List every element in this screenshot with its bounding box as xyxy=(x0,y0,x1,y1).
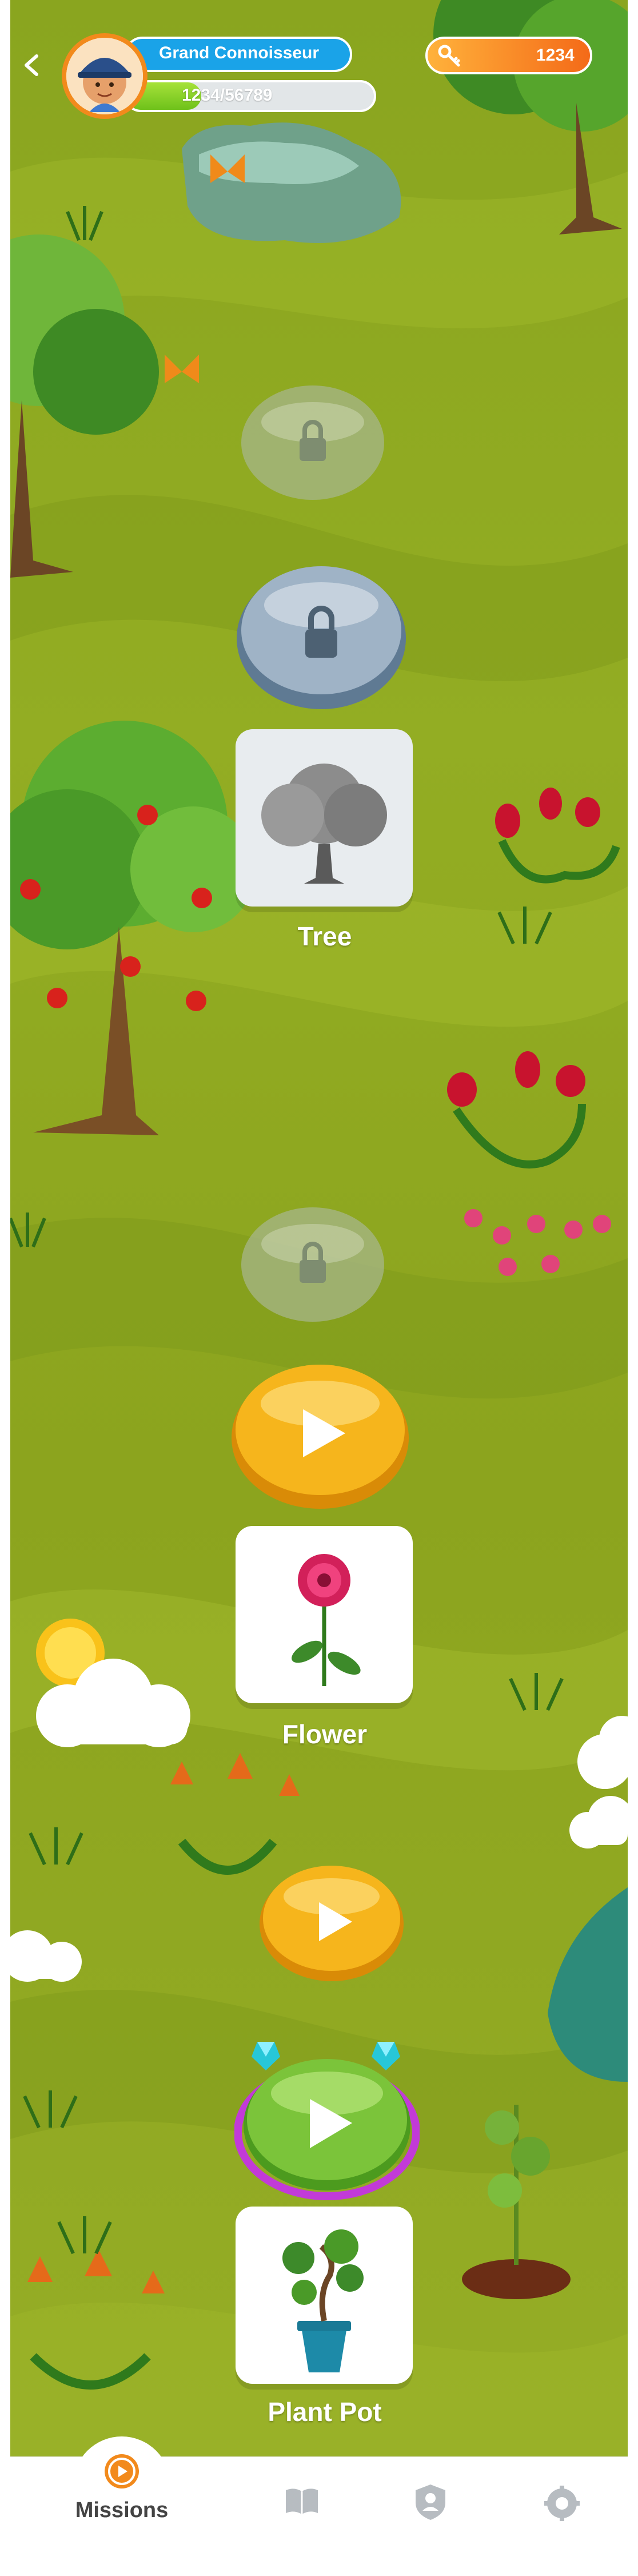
play-bubble-gold-small xyxy=(260,1866,404,1981)
nav-item-settings[interactable] xyxy=(542,2486,582,2524)
nav-item-profile[interactable] xyxy=(410,2483,450,2524)
reward-card-tree[interactable] xyxy=(236,729,413,907)
lock-bubble-faded xyxy=(241,1207,384,1322)
rank-title: Grand Connoisseur xyxy=(159,43,320,62)
reward-card-plant-pot[interactable] xyxy=(236,2207,413,2384)
level-play-button-gold[interactable] xyxy=(229,1357,412,1511)
gem-badge-left xyxy=(252,2042,280,2070)
nav-item-missions[interactable]: Missions xyxy=(65,2451,179,2523)
book-icon xyxy=(286,2488,318,2514)
pink-dahlia-icon xyxy=(292,1554,361,1686)
avatar[interactable] xyxy=(62,33,147,119)
reward-label-tree: Tree xyxy=(297,921,352,951)
tree-silhouette-icon xyxy=(261,764,387,884)
back-chevron-icon[interactable] xyxy=(19,53,45,78)
level-play-button-gold-small[interactable] xyxy=(257,1859,406,1985)
reward-card-flower[interactable] xyxy=(236,1526,413,1703)
bonsai-pot-icon xyxy=(282,2229,364,2372)
profile-shield-icon xyxy=(416,2484,445,2520)
level-node-locked-2 xyxy=(234,562,408,710)
play-bubble-green xyxy=(234,2042,420,2200)
player-avatar-icon xyxy=(66,38,143,114)
reward-label-plant-pot: Plant Pot xyxy=(268,2397,382,2427)
missions-target-icon xyxy=(105,2454,139,2488)
bottom-nav: Missions xyxy=(10,2436,628,2576)
lock-bubble-faded xyxy=(241,385,384,500)
reward-label-flower: Flower xyxy=(282,1719,368,1749)
settings-gear-icon xyxy=(544,2486,580,2521)
level-node-locked-faded-3 xyxy=(239,1204,386,1325)
game-map: Tree Flower Plant Pot Grand Connoisseur … xyxy=(10,0,628,2456)
level-node-locked-faded-1 xyxy=(239,382,386,503)
level-play-button-current[interactable] xyxy=(234,2036,420,2203)
nav-label-missions: Missions xyxy=(75,2498,169,2522)
xp-text: 1234/56789 xyxy=(182,86,273,105)
key-icon xyxy=(438,45,460,67)
play-bubble-gold xyxy=(232,1365,409,1509)
gem-badge-right xyxy=(372,2042,400,2070)
keys-count: 1234 xyxy=(536,46,575,65)
lock-bubble xyxy=(237,566,406,709)
nav-item-book[interactable] xyxy=(279,2486,325,2521)
